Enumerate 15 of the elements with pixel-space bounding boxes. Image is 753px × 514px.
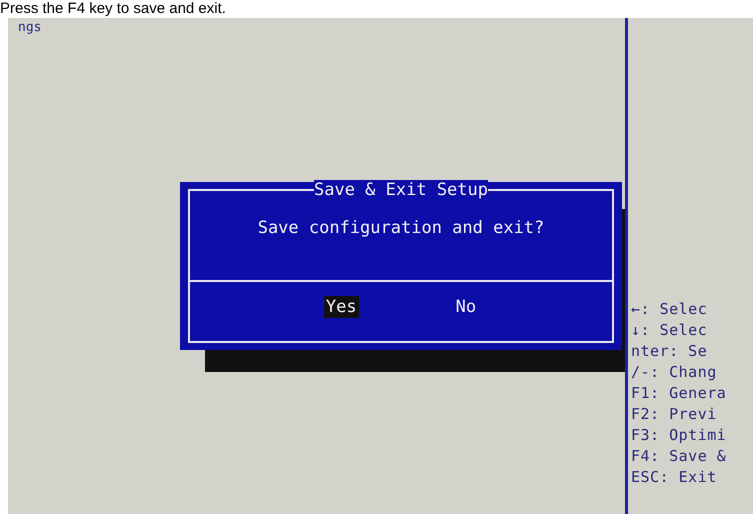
help-line: ←: Selec xyxy=(631,299,708,320)
dialog-option[interactable]: Yes xyxy=(324,296,359,318)
help-line: nter: Se xyxy=(631,341,708,362)
help-line: F3: Optimi xyxy=(631,425,728,446)
help-line: F2: Previ xyxy=(631,404,718,425)
dialog-option[interactable]: No xyxy=(454,296,478,318)
caption-text: Press the F4 key to save and exit. xyxy=(0,0,226,18)
help-line: ↓: Selec xyxy=(631,320,708,341)
help-line: /-: Chang xyxy=(631,362,718,383)
dialog-title: Save & Exit Setup xyxy=(314,180,488,200)
dialog-message: Save configuration and exit? xyxy=(190,200,612,282)
help-line: ESC: Exit xyxy=(631,467,718,488)
help-line: F4: Save & xyxy=(631,446,728,467)
help-line: F1: Genera xyxy=(631,383,728,404)
section-title: ngs xyxy=(17,20,42,35)
